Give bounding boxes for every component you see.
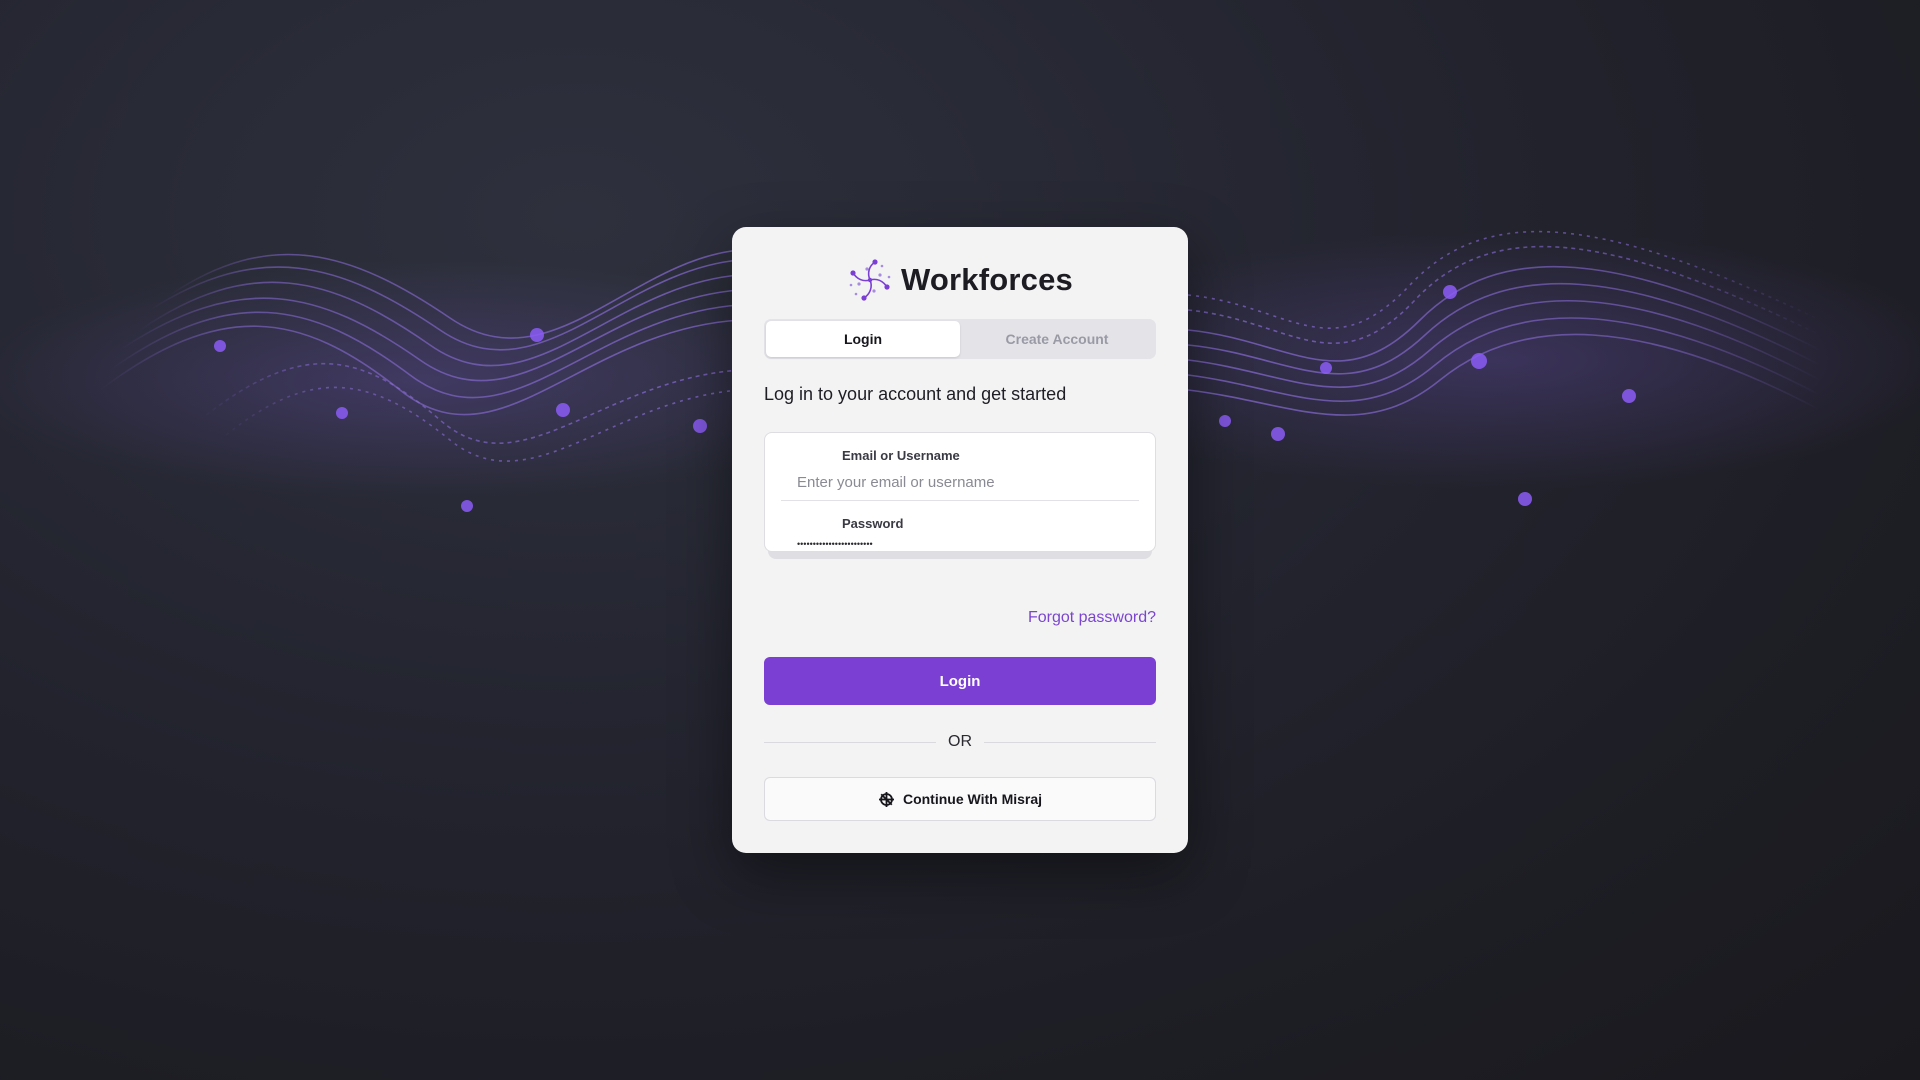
brand: Workforces bbox=[732, 257, 1188, 303]
login-button[interactable]: Login bbox=[764, 657, 1156, 705]
field-divider bbox=[781, 500, 1139, 501]
or-line-left bbox=[764, 741, 936, 743]
tab-create-account[interactable]: Create Account bbox=[960, 321, 1154, 357]
forgot-password-link[interactable]: Forgot password? bbox=[1028, 609, 1156, 627]
brand-name: Workforces bbox=[901, 262, 1073, 297]
misraj-logo-icon bbox=[878, 791, 894, 807]
sso-button-label: Continue With Misraj bbox=[902, 791, 1043, 807]
workforces-logo-icon bbox=[849, 259, 891, 301]
email-label: Email or Username bbox=[842, 448, 960, 463]
auth-tabs: Login Create Account bbox=[764, 319, 1156, 359]
tab-login[interactable]: Login bbox=[766, 321, 960, 357]
or-separator: OR bbox=[764, 730, 1156, 754]
login-card: Workforces Login Create Account Log in t… bbox=[732, 227, 1188, 853]
password-field[interactable] bbox=[781, 537, 1139, 551]
continue-with-misraj-button[interactable]: Continue With Misraj bbox=[764, 777, 1156, 821]
or-line-right bbox=[984, 741, 1156, 743]
password-label: Password bbox=[842, 516, 904, 531]
page-subtitle: Log in to your account and get started bbox=[764, 384, 1067, 404]
credentials-form: Email or Username Password bbox=[764, 432, 1156, 552]
email-field[interactable] bbox=[781, 471, 1139, 493]
or-text: OR bbox=[948, 733, 972, 750]
